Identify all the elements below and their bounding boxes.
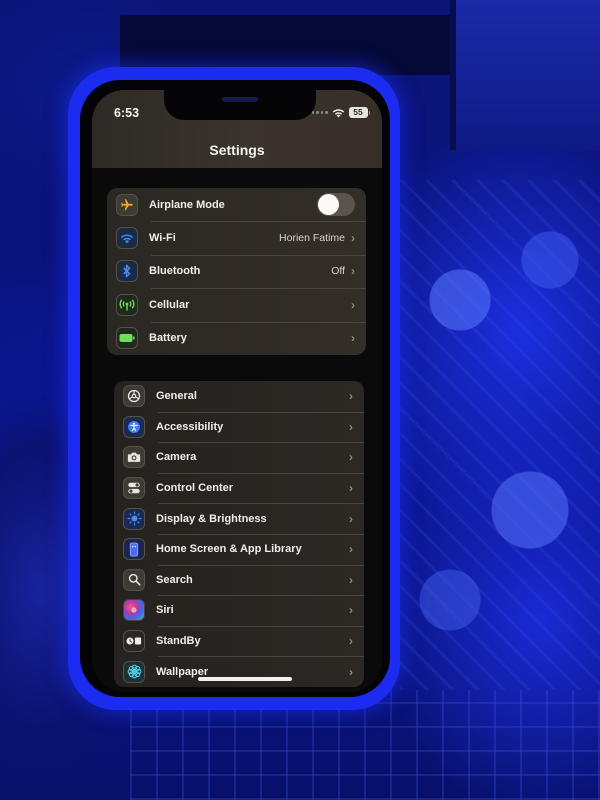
chevron-right-icon: › bbox=[349, 664, 353, 679]
siri-icon bbox=[123, 599, 145, 622]
chevron-right-icon: › bbox=[349, 419, 353, 434]
camera-icon bbox=[123, 446, 145, 469]
notch bbox=[164, 90, 316, 120]
bluetooth-icon bbox=[116, 260, 138, 283]
cellular-antenna-icon bbox=[116, 293, 138, 316]
flower-icon bbox=[123, 660, 145, 683]
row-label: Home Screen & App Library bbox=[156, 543, 302, 556]
background-object bbox=[120, 15, 450, 75]
chevron-right-icon: › bbox=[351, 297, 355, 312]
row-label: Display & Brightness bbox=[156, 512, 267, 525]
row-label: StandBy bbox=[156, 635, 201, 648]
row-label: General bbox=[156, 390, 197, 403]
home-indicator[interactable] bbox=[198, 677, 292, 681]
settings-row-airplane-mode[interactable]: Airplane Mode bbox=[107, 188, 366, 221]
row-label: Siri bbox=[156, 604, 174, 617]
settings-group-connectivity: Airplane Mode Wi-Fi Horien Fatime › Blue… bbox=[107, 188, 366, 355]
chevron-right-icon: › bbox=[351, 331, 355, 346]
bluetooth-status: Off bbox=[331, 265, 345, 278]
settings-row-cellular[interactable]: Cellular › bbox=[107, 288, 366, 321]
status-indicators: 55 bbox=[311, 107, 370, 118]
settings-group-general: General › Accessibility › Camera › Contr… bbox=[114, 381, 364, 687]
row-label: Wi-Fi bbox=[149, 232, 176, 245]
row-label: Cellular bbox=[149, 298, 190, 311]
settings-row-wallpaper[interactable]: Wallpaper › bbox=[114, 656, 364, 687]
chevron-right-icon: › bbox=[349, 542, 353, 557]
chevron-right-icon: › bbox=[349, 603, 353, 618]
wifi-icon bbox=[116, 227, 138, 250]
toggles-icon bbox=[123, 477, 145, 500]
accessibility-icon bbox=[123, 415, 145, 438]
row-label: Search bbox=[156, 573, 193, 586]
search-icon bbox=[123, 568, 145, 591]
settings-row-siri[interactable]: Siri › bbox=[114, 595, 364, 626]
airplane-mode-toggle[interactable] bbox=[317, 193, 355, 217]
row-label: Battery bbox=[149, 332, 187, 345]
settings-row-accessibility[interactable]: Accessibility › bbox=[114, 411, 364, 443]
battery-status-icon: 55 bbox=[348, 107, 370, 118]
chevron-right-icon: › bbox=[349, 572, 353, 587]
airplane-icon bbox=[116, 193, 138, 216]
status-time: 6:53 bbox=[114, 106, 140, 120]
row-label: Bluetooth bbox=[149, 265, 201, 278]
toggle-knob bbox=[318, 194, 339, 216]
background-fabric-pattern bbox=[400, 180, 600, 690]
chevron-right-icon: › bbox=[349, 450, 353, 465]
settings-row-home-screen[interactable]: Home Screen & App Library › bbox=[114, 533, 364, 565]
battery-icon bbox=[116, 327, 138, 350]
row-label: Camera bbox=[156, 451, 197, 464]
signal-dots-icon bbox=[311, 111, 328, 114]
settings-row-wifi[interactable]: Wi-Fi Horien Fatime › bbox=[107, 221, 366, 254]
phone-screen-icon bbox=[123, 538, 145, 561]
row-label: Wallpaper bbox=[156, 665, 209, 678]
battery-percent: 55 bbox=[348, 107, 368, 118]
row-label: Control Center bbox=[156, 482, 233, 495]
chevron-right-icon: › bbox=[351, 264, 355, 279]
page-title: Settings bbox=[209, 142, 265, 158]
settings-row-standby[interactable]: StandBy › bbox=[114, 625, 364, 657]
wifi-network-name: Horien Fatime bbox=[279, 232, 345, 245]
speaker-grille bbox=[222, 97, 258, 102]
background-object bbox=[450, 0, 600, 150]
settings-row-camera[interactable]: Camera › bbox=[114, 442, 364, 473]
navigation-bar: 6:53 55 Settings bbox=[92, 90, 382, 168]
settings-row-search[interactable]: Search › bbox=[114, 564, 364, 596]
wifi-status-icon bbox=[332, 108, 345, 118]
settings-row-display-brightness[interactable]: Display & Brightness › bbox=[114, 503, 364, 534]
settings-row-bluetooth[interactable]: Bluetooth Off › bbox=[107, 254, 366, 288]
chevron-right-icon: › bbox=[349, 389, 353, 404]
gear-icon bbox=[123, 385, 145, 408]
chevron-right-icon: › bbox=[349, 511, 353, 526]
standby-icon bbox=[123, 630, 145, 653]
settings-row-control-center[interactable]: Control Center › bbox=[114, 472, 364, 504]
row-label: Accessibility bbox=[156, 420, 224, 433]
settings-row-general[interactable]: General › bbox=[114, 381, 364, 412]
row-label: Airplane Mode bbox=[149, 198, 225, 211]
sun-icon bbox=[123, 507, 145, 530]
chevron-right-icon: › bbox=[351, 231, 355, 246]
chevron-right-icon: › bbox=[349, 634, 353, 649]
chevron-right-icon: › bbox=[349, 481, 353, 496]
settings-row-battery[interactable]: Battery › bbox=[107, 321, 366, 355]
phone-screen: 6:53 55 Settings Airplane Mode Wi-Fi Hor… bbox=[92, 90, 382, 692]
